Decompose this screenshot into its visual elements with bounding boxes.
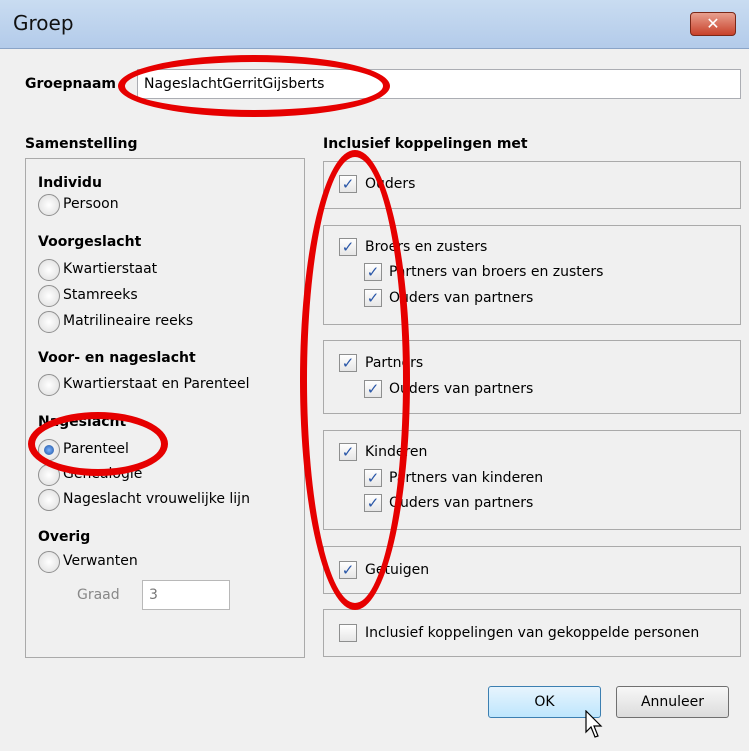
partners-group <box>323 340 741 414</box>
graad-label: Graad <box>77 587 120 603</box>
radio-parenteel-label: Parenteel <box>63 441 129 457</box>
radio-persoon[interactable] <box>38 194 60 216</box>
radio-persoon-label: Persoon <box>63 196 119 212</box>
checkbox-ouders-partners-kinderen-label: Ouders van partners <box>389 495 534 511</box>
checkbox-broers[interactable]: ✓ <box>339 238 357 256</box>
overig-heading: Overig <box>38 529 91 545</box>
radio-kwartierstaat-label: Kwartierstaat <box>63 261 158 277</box>
cancel-button[interactable]: Annuleer <box>616 686 729 718</box>
radio-parenteel[interactable] <box>38 439 60 461</box>
checkbox-gekoppelde[interactable] <box>339 624 357 642</box>
checkbox-partners-label: Partners <box>365 355 424 371</box>
groepnaam-label: Groepnaam <box>25 76 116 92</box>
voorgeslacht-heading: Voorgeslacht <box>38 234 142 250</box>
nageslacht-heading: Nageslacht <box>38 414 127 430</box>
checkbox-kinderen[interactable]: ✓ <box>339 443 357 461</box>
radio-kwartierstaat[interactable] <box>38 259 60 281</box>
radio-verwanten-label: Verwanten <box>63 553 138 569</box>
window-title: Groep <box>13 11 74 35</box>
checkbox-ouders-partners[interactable]: ✓ <box>364 380 382 398</box>
radio-genealogie-label: Genealogie <box>63 466 143 482</box>
groepnaam-input[interactable]: NageslachtGerritGijsberts <box>137 69 741 99</box>
radio-vrouwelijke-lijn-label: Nageslacht vrouwelijke lijn <box>63 491 250 507</box>
checkbox-broers-label: Broers en zusters <box>365 239 488 255</box>
radio-stamreeks-label: Stamreeks <box>63 287 138 303</box>
checkbox-partners-kinderen[interactable]: ✓ <box>364 469 382 487</box>
radio-kwartierstaat-parenteel-label: Kwartierstaat en Parenteel <box>63 376 250 392</box>
radio-vrouwelijke-lijn[interactable] <box>38 489 60 511</box>
graad-input[interactable]: 3 <box>142 580 230 610</box>
checkbox-partners[interactable]: ✓ <box>339 354 357 372</box>
title-bar: Groep ✕ <box>0 0 749 49</box>
checkbox-partners-broers-label: Partners van broers en zusters <box>389 264 604 280</box>
checkbox-ouders-partners-broers-label: Ouders van partners <box>389 290 534 306</box>
checkbox-ouders-partners-kinderen[interactable]: ✓ <box>364 494 382 512</box>
cursor-icon <box>585 710 603 738</box>
checkbox-ouders-partners-label: Ouders van partners <box>389 381 534 397</box>
radio-kwartierstaat-parenteel[interactable] <box>38 374 60 396</box>
radio-matrilineaire-label: Matrilineaire reeks <box>63 313 194 329</box>
checkbox-ouders[interactable]: ✓ <box>339 175 357 193</box>
checkbox-kinderen-label: Kinderen <box>365 444 428 460</box>
individu-heading: Individu <box>38 175 102 191</box>
checkbox-ouders-label: Ouders <box>365 176 416 192</box>
checkbox-getuigen-label: Getuigen <box>365 562 430 578</box>
samenstelling-heading: Samenstelling <box>25 136 138 152</box>
checkbox-gekoppelde-label: Inclusief koppelingen van gekoppelde per… <box>365 625 700 641</box>
checkbox-partners-broers[interactable]: ✓ <box>364 263 382 281</box>
checkbox-getuigen[interactable]: ✓ <box>339 561 357 579</box>
radio-genealogie[interactable] <box>38 464 60 486</box>
radio-stamreeks[interactable] <box>38 285 60 307</box>
close-icon[interactable]: ✕ <box>690 12 736 36</box>
radio-verwanten[interactable] <box>38 551 60 573</box>
checkbox-partners-kinderen-label: Partners van kinderen <box>389 470 544 486</box>
checkbox-ouders-partners-broers[interactable]: ✓ <box>364 289 382 307</box>
voor-en-nageslacht-heading: Voor- en nageslacht <box>38 350 196 366</box>
radio-matrilineaire[interactable] <box>38 311 60 333</box>
inclusief-heading: Inclusief koppelingen met <box>323 136 528 152</box>
